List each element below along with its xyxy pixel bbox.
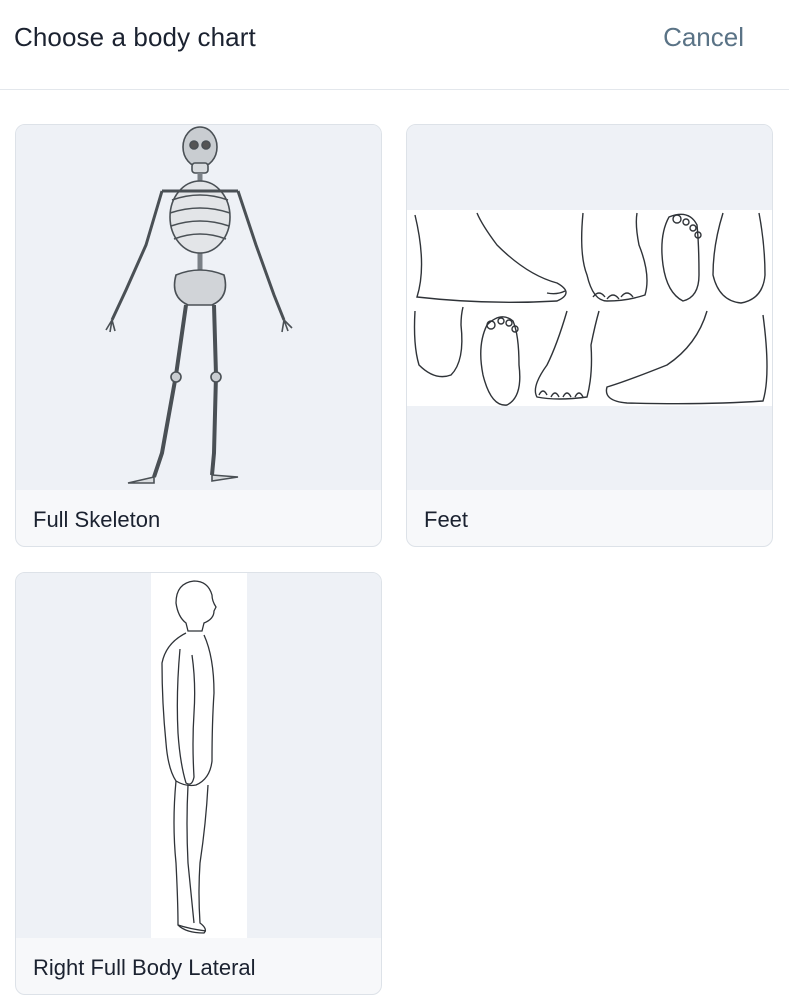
body-chart-card-feet[interactable]: Feet xyxy=(406,124,773,547)
dialog-header: Choose a body chart Cancel xyxy=(0,0,789,90)
chart-label: Feet xyxy=(424,507,469,532)
body-chart-card-full-skeleton[interactable]: Full Skeleton xyxy=(15,124,382,547)
skeleton-illustration xyxy=(16,125,381,490)
cancel-button[interactable]: Cancel xyxy=(663,22,744,53)
feet-illustration xyxy=(407,125,772,490)
chart-label: Full Skeleton xyxy=(33,507,161,532)
page-title: Choose a body chart xyxy=(14,22,256,52)
body-chart-card-right-full-body-lateral[interactable]: Right Full Body Lateral xyxy=(15,572,382,995)
body-lateral-illustration xyxy=(16,573,381,938)
chart-label: Right Full Body Lateral xyxy=(33,955,256,980)
